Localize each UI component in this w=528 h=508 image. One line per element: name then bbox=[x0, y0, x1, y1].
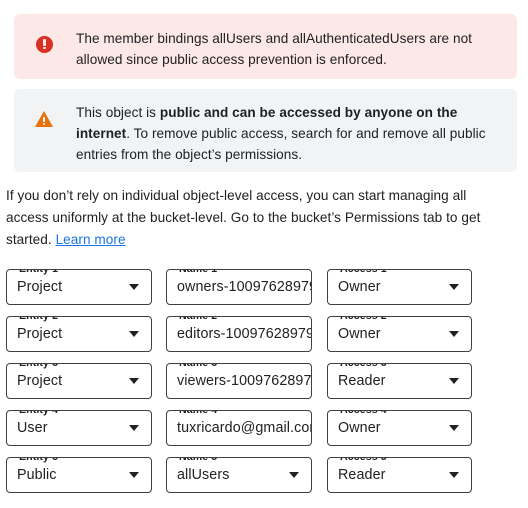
name-value-3: viewers-100976289799 bbox=[177, 373, 311, 389]
warning-alert-banner: This object is public and can be accesse… bbox=[14, 89, 517, 172]
chevron-down-icon bbox=[449, 425, 459, 431]
access-label-3: Access 3 * bbox=[336, 364, 399, 369]
access-label-2: Access 2 * bbox=[336, 317, 399, 322]
learn-more-link[interactable]: Learn more bbox=[56, 232, 126, 247]
access-select-3[interactable]: Access 3 * Reader bbox=[327, 363, 472, 399]
access-select-5[interactable]: Access 5 * Reader bbox=[327, 457, 472, 493]
entity-select-3[interactable]: Entity 3 * Project bbox=[6, 363, 152, 399]
name-label-2: Name 2 bbox=[175, 317, 222, 322]
name-value-4: tuxricardo@gmail.com bbox=[177, 420, 311, 436]
entity-label-3: Entity 3 * bbox=[15, 364, 70, 369]
warning-text-after: . To remove public access, search for an… bbox=[76, 126, 486, 162]
warning-triangle-icon bbox=[35, 109, 55, 129]
access-label-5: Access 5 * bbox=[336, 458, 399, 463]
chevron-down-icon bbox=[449, 378, 459, 384]
name-label-4: Name 4 bbox=[175, 411, 222, 416]
name-label-3: Name 3 bbox=[175, 364, 222, 369]
warning-alert-text: This object is public and can be accesse… bbox=[76, 102, 501, 165]
entity-select-5[interactable]: Entity 5 * Public bbox=[6, 457, 152, 493]
error-alert-text: The member bindings allUsers and allAuth… bbox=[76, 31, 473, 67]
error-circle-icon bbox=[35, 35, 55, 55]
chevron-down-icon bbox=[449, 284, 459, 290]
chevron-down-icon bbox=[129, 378, 139, 384]
access-select-4[interactable]: Access 4 * Owner bbox=[327, 410, 472, 446]
access-select-1[interactable]: Access 1 * Owner bbox=[327, 269, 472, 305]
name-value-1: owners-10097628979 bbox=[177, 279, 311, 295]
acl-row: Entity 3 * Project Name 3 viewers-100976… bbox=[0, 356, 528, 403]
chevron-down-icon bbox=[129, 284, 139, 290]
entity-select-4[interactable]: Entity 4 * User bbox=[6, 410, 152, 446]
permissions-panel: The member bindings allUsers and allAuth… bbox=[0, 0, 528, 508]
access-select-2[interactable]: Access 2 * Owner bbox=[327, 316, 472, 352]
entity-select-2[interactable]: Entity 2 * Project bbox=[6, 316, 152, 352]
name-input-2[interactable]: Name 2 editors-10097628979 bbox=[166, 316, 312, 352]
name-label-5: Name 5 * bbox=[175, 458, 229, 463]
chevron-down-icon bbox=[449, 331, 459, 337]
chevron-down-icon bbox=[129, 472, 139, 478]
acl-row: Entity 4 * User Name 4 tuxricardo@gmail.… bbox=[0, 403, 528, 450]
name-input-1[interactable]: Name 1 owners-10097628979 bbox=[166, 269, 312, 305]
acl-row: Entity 2 * Project Name 2 editors-100976… bbox=[0, 309, 528, 356]
chevron-down-icon bbox=[129, 331, 139, 337]
entity-label-5: Entity 5 * bbox=[15, 458, 70, 463]
chevron-down-icon bbox=[449, 472, 459, 478]
access-label-1: Access 1 * bbox=[336, 270, 399, 275]
warning-text-before: This object is bbox=[76, 105, 160, 120]
name-input-3[interactable]: Name 3 viewers-100976289799 bbox=[166, 363, 312, 399]
entity-label-4: Entity 4 * bbox=[15, 411, 70, 416]
name-value-2: editors-10097628979 bbox=[177, 326, 311, 342]
chevron-down-icon bbox=[129, 425, 139, 431]
entity-label-2: Entity 2 * bbox=[15, 317, 70, 322]
name-input-4[interactable]: Name 4 tuxricardo@gmail.com bbox=[166, 410, 312, 446]
error-alert-banner: The member bindings allUsers and allAuth… bbox=[14, 14, 517, 79]
access-label-4: Access 4 * bbox=[336, 411, 399, 416]
acl-entries-form: Entity 1 * Project Name 1 owners-1009762… bbox=[0, 262, 528, 497]
chevron-down-icon bbox=[289, 472, 299, 478]
name-select-5[interactable]: Name 5 * allUsers bbox=[166, 457, 312, 493]
entity-label-1: Entity 1 * bbox=[15, 270, 70, 275]
bucket-level-info-text: If you don’t rely on individual object-l… bbox=[6, 185, 502, 251]
name-label-1: Name 1 bbox=[175, 270, 222, 275]
entity-select-1[interactable]: Entity 1 * Project bbox=[6, 269, 152, 305]
acl-row: Entity 1 * Project Name 1 owners-1009762… bbox=[0, 262, 528, 309]
acl-row: Entity 5 * Public Name 5 * allUsers Acce… bbox=[0, 450, 528, 497]
